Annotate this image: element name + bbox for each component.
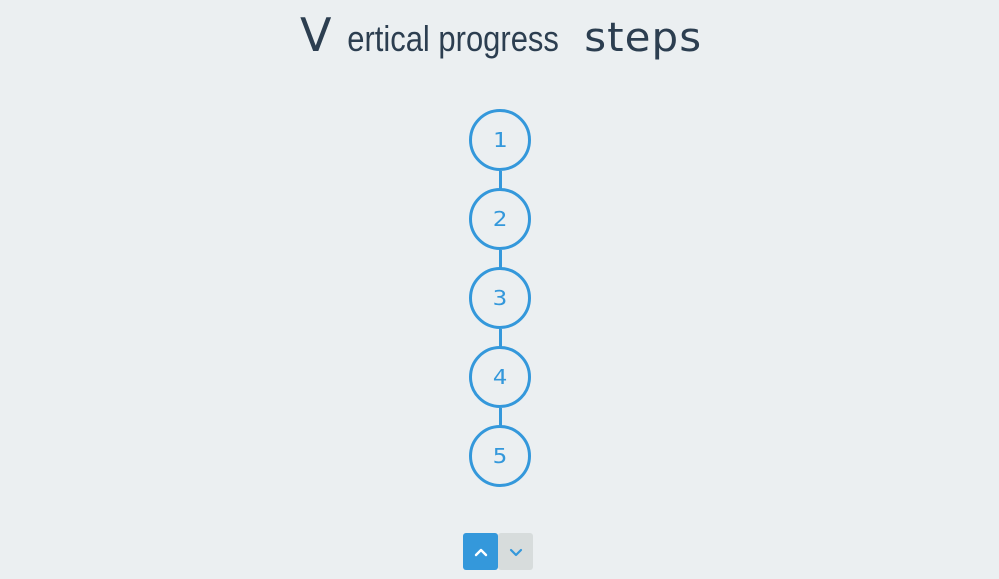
step-connector: [499, 408, 502, 426]
step-number: 3: [492, 286, 508, 310]
step-connector: [499, 329, 502, 347]
step-number: 1: [492, 128, 508, 152]
title-strong: steps: [583, 15, 702, 61]
step-connector: [499, 171, 502, 189]
vertical-steps: 1 2 3 4 5: [469, 109, 531, 489]
step-2[interactable]: 2: [469, 188, 531, 250]
chevron-down-icon: [509, 548, 522, 556]
step-number: 2: [492, 207, 508, 231]
title-initial: V: [299, 8, 331, 62]
step-number: 5: [492, 444, 508, 468]
chevron-up-icon: [474, 548, 487, 556]
next-step-button[interactable]: [498, 533, 533, 570]
step-number: 4: [492, 365, 508, 389]
title-light: ertical progress: [347, 18, 560, 59]
step-navigation: [463, 533, 533, 570]
step-1[interactable]: 1: [469, 109, 531, 171]
step-4[interactable]: 4: [469, 346, 531, 408]
page-title: Vertical progress steps: [0, 8, 999, 62]
step-3[interactable]: 3: [469, 267, 531, 329]
step-5[interactable]: 5: [469, 425, 531, 487]
previous-step-button[interactable]: [463, 533, 498, 570]
step-connector: [499, 250, 502, 268]
